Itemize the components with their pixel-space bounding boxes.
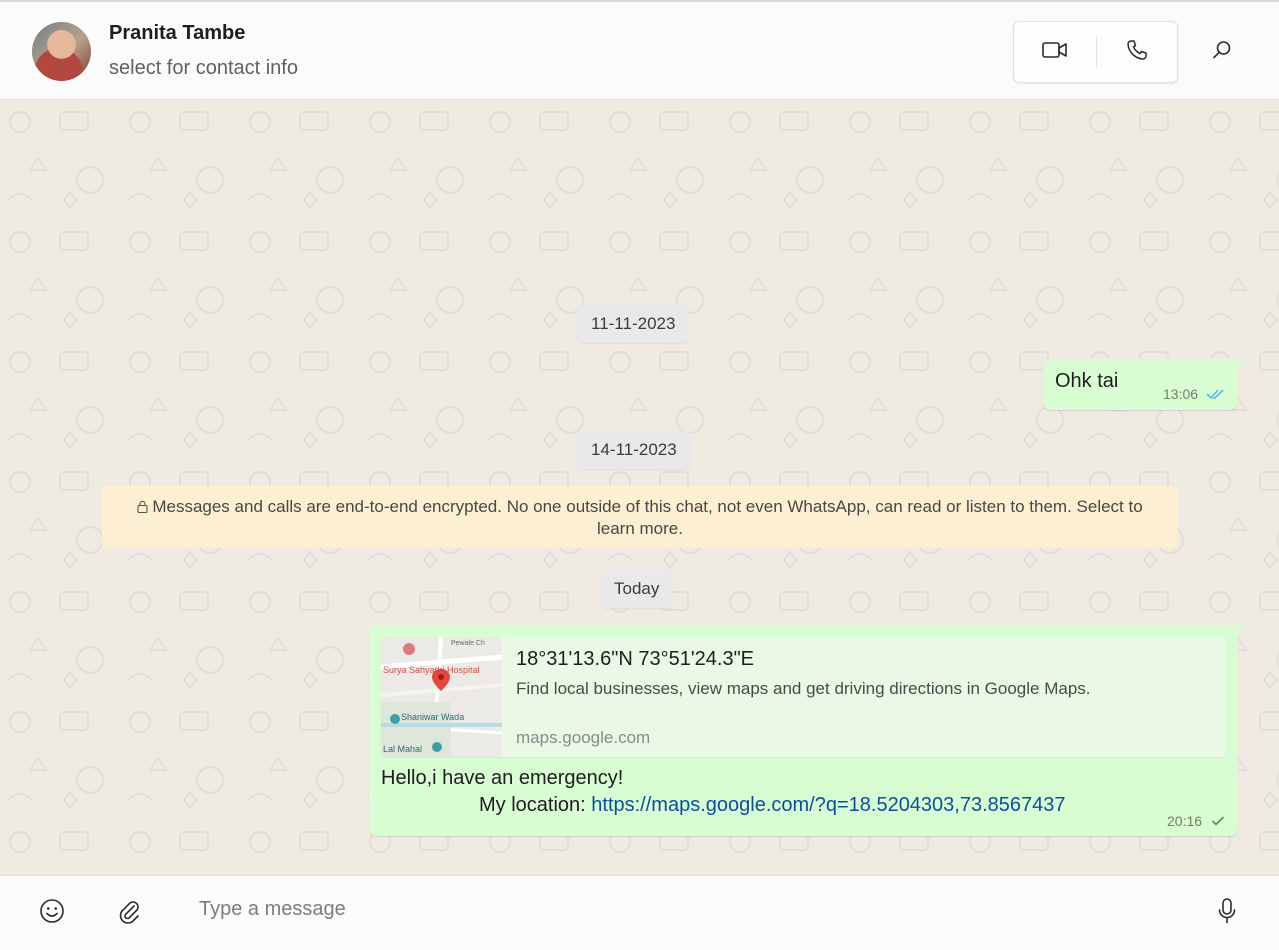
lock-icon <box>137 497 148 518</box>
bubble-tail <box>1236 359 1246 369</box>
call-buttons-group <box>1013 21 1178 83</box>
message-bubble-outgoing[interactable]: Surya Sahyadri Hospital Shaniwar Wada La… <box>369 625 1246 836</box>
message-text: Ohk tai <box>1055 370 1119 392</box>
contact-avatar[interactable] <box>32 22 91 81</box>
link-preview-domain: maps.google.com <box>516 728 651 747</box>
phone-call-icon <box>1125 38 1149 66</box>
link-preview-description: Find local businesses, view maps and get… <box>516 679 1091 698</box>
emoji-icon <box>39 898 65 928</box>
chat-header: Pranita Tambe select for contact info <box>0 0 1279 100</box>
search-button[interactable] <box>1200 32 1244 72</box>
emoji-button[interactable] <box>30 893 74 933</box>
message-input[interactable] <box>199 898 1159 921</box>
location-link[interactable]: https://maps.google.com/?q=18.5204303,73… <box>591 794 1065 816</box>
double-tick-read-icon <box>1206 387 1226 406</box>
map-label-lal-mahal: Lal Mahal <box>383 744 422 754</box>
encryption-notice-text: Messages and calls are end-to-end encryp… <box>152 497 1143 538</box>
message-composer-bar <box>0 875 1279 950</box>
chat-area[interactable]: 11-11-2023 Ohk tai 13:06 14-11-2023 Mess… <box>0 100 1279 875</box>
encryption-notice[interactable]: Messages and calls are end-to-end encryp… <box>102 486 1178 548</box>
message-time: 20:16 <box>1167 813 1203 829</box>
date-separator: 11-11-2023 <box>577 305 690 343</box>
link-preview-card[interactable]: Surya Sahyadri Hospital Shaniwar Wada La… <box>381 637 1226 757</box>
microphone-icon <box>1216 897 1238 929</box>
video-call-button[interactable] <box>1032 32 1078 72</box>
location-prefix: My location: <box>479 794 592 816</box>
video-call-icon <box>1041 39 1069 65</box>
contact-name[interactable]: Pranita Tambe <box>109 22 245 45</box>
map-thumbnail: Surya Sahyadri Hospital Shaniwar Wada La… <box>381 637 503 757</box>
contact-info-hint[interactable]: select for contact info <box>109 57 298 80</box>
attach-button[interactable] <box>107 893 151 933</box>
voice-message-button[interactable] <box>1205 893 1249 933</box>
date-separator: Today <box>600 570 674 608</box>
map-label-hospital: Surya Sahyadri Hospital <box>383 665 480 675</box>
date-separator: 14-11-2023 <box>577 431 691 469</box>
map-label-shaniwar-wada: Shaniwar Wada <box>401 712 464 722</box>
single-tick-sent-icon <box>1211 814 1225 833</box>
link-preview-title: 18°31'13.6"N 73°51'24.3"E <box>516 648 755 670</box>
attach-icon <box>117 898 141 928</box>
message-bubble-outgoing[interactable]: Ohk tai 13:06 <box>1043 359 1246 410</box>
voice-call-button[interactable] <box>1114 32 1160 72</box>
map-label-top: Pewale Ch <box>451 640 485 647</box>
call-divider <box>1096 36 1097 68</box>
search-icon <box>1210 38 1234 66</box>
message-location-line: My location: https://maps.google.com/?q=… <box>479 794 1066 817</box>
message-text: Hello,i have an emergency! <box>381 767 624 789</box>
bubble-tail <box>1236 625 1246 635</box>
message-time: 13:06 <box>1163 386 1199 402</box>
